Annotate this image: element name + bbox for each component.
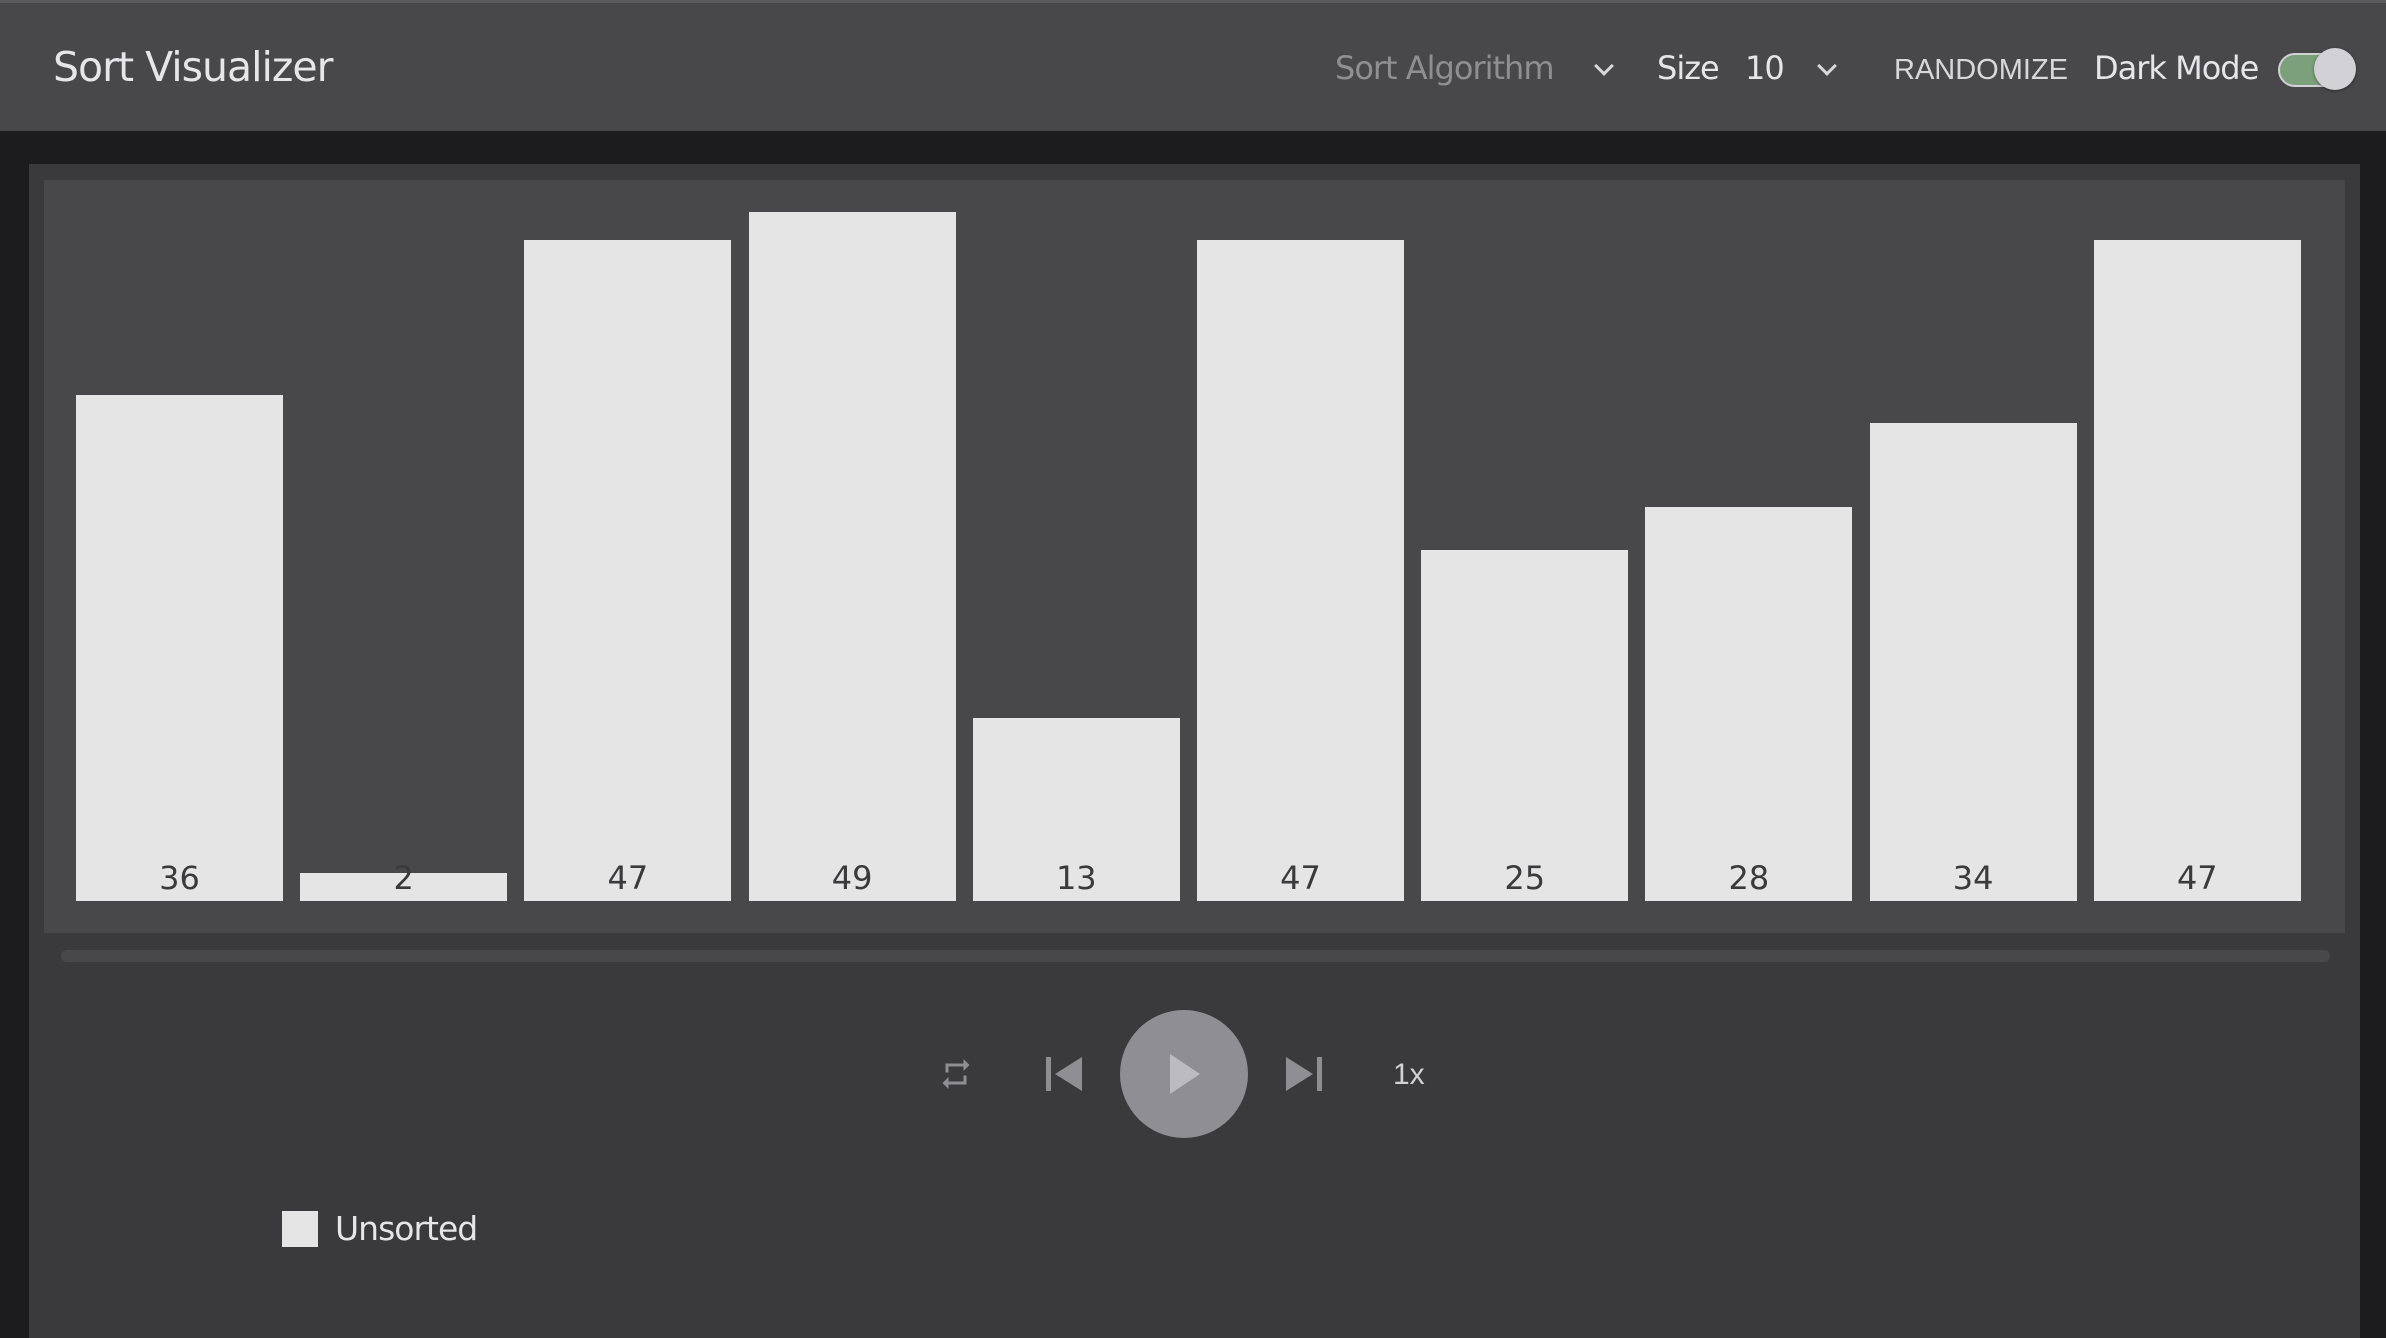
progress-slider[interactable] [61, 950, 2330, 962]
speed-button[interactable]: 1x [1393, 1058, 1425, 1092]
bar-0 [76, 394, 283, 901]
app-header: Sort Visualizer Sort Algorithm Size 10 R… [0, 0, 2386, 131]
legend-label-unsorted: Unsorted [335, 1209, 478, 1248]
app-title: Sort Visualizer [53, 43, 333, 91]
bar-5 [1197, 240, 1404, 901]
bar-label-8: 34 [1952, 859, 1994, 897]
bar-label-3: 49 [831, 859, 873, 897]
legend-swatch-unsorted [282, 1211, 318, 1247]
bar-3 [748, 212, 956, 901]
size-select[interactable]: 10 [1745, 49, 1785, 87]
bar-label-1: 2 [393, 859, 414, 897]
chevron-down-icon[interactable] [1817, 56, 1837, 76]
chevron-down-icon[interactable] [1594, 56, 1614, 76]
bar-7 [1645, 507, 1853, 901]
randomize-button[interactable]: RANDOMIZE [1894, 54, 2068, 87]
bar-label-2: 47 [607, 859, 649, 897]
bar-9 [2093, 240, 2301, 901]
bar-label-5: 47 [1280, 859, 1321, 897]
bar-label-6: 25 [1504, 859, 1546, 897]
bar-label-4: 13 [1055, 859, 1097, 897]
algorithm-select[interactable]: Sort Algorithm [1335, 49, 1554, 87]
play-icon [1170, 1054, 1200, 1094]
bar-6 [1421, 549, 1629, 901]
bar-label-7: 28 [1728, 859, 1770, 897]
play-button[interactable] [1120, 1010, 1248, 1138]
bar-2 [524, 240, 732, 901]
repeat-icon[interactable] [938, 1056, 974, 1092]
bar-label-9: 47 [2176, 859, 2218, 897]
bar-chart: 36 2 47 49 13 47 25 28 34 47 [44, 180, 2345, 933]
toggle-knob[interactable] [2314, 48, 2356, 90]
size-label: Size [1657, 49, 1720, 87]
bar-label-0: 36 [159, 859, 200, 897]
skip-previous-icon[interactable] [1046, 1055, 1082, 1093]
skip-next-icon[interactable] [1286, 1055, 1322, 1093]
dark-mode-label: Dark Mode [2094, 49, 2259, 87]
bar-8 [1869, 422, 2077, 901]
